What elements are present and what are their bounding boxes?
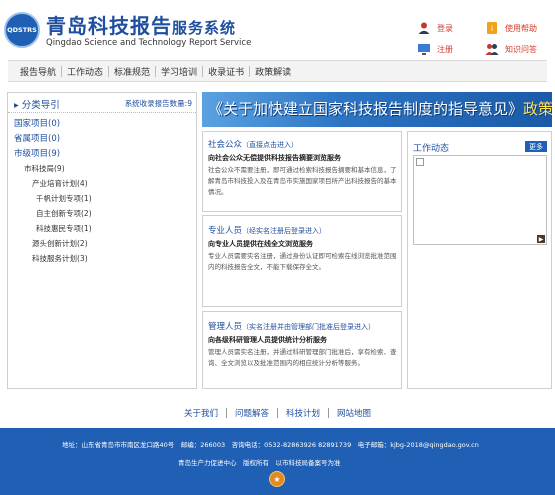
professional-title: 专业人员 [208,226,243,236]
nav-item-policy[interactable]: 政策解读 [251,65,295,78]
footer-link-sitemap[interactable]: 网站地图 [329,407,379,419]
site-title: 青岛科技报告服务系统 [46,10,236,39]
banner-text-highlight: 政策解读 [523,100,552,118]
report-count: 系统收录报告数量:9 [124,99,192,108]
footer-links: 关于我们 问题解答 科技计划 网站地图 [0,406,555,420]
nav-item-training[interactable]: 学习培训 [157,65,201,78]
register-button[interactable]: 注册 [417,39,453,59]
tree-item-national[interactable]: 国家项目(0) [14,117,60,129]
nav-divider [249,65,251,77]
broken-image-icon [416,158,424,166]
public-subtitle: 向社会公众无偿提供科技报告摘要浏览服务 [208,154,341,162]
help-label: 使用帮助 [505,23,537,33]
tree-item-service-plan[interactable]: 科技服务计划(3) [32,253,88,264]
page: QDSTRS 青岛科技报告服务系统 Qingdao Science and Te… [0,0,555,495]
professional-panel-title[interactable]: 专业人员（经实名注册后登录进入） [208,224,326,236]
next-arrow-icon[interactable]: ▶ [537,235,545,243]
sidebar-header: ▸ 分类导引 系统收录报告数量:9 [8,93,196,113]
nav-divider [155,65,157,77]
help-icon: i [485,21,499,35]
professional-subtitle: 向专业人员提供在线全文浏览服务 [208,240,313,248]
public-title: 社会公众 [208,140,243,150]
professional-panel: 专业人员（经实名注册后登录进入） 向专业人员提供在线全文浏览服务 专业人员需要实… [202,215,402,307]
users-icon [485,42,499,56]
login-label: 登录 [437,23,453,33]
svg-text:i: i [491,24,493,33]
manager-subtitle: 向各级科研管理人员提供统计分析服务 [208,336,327,344]
register-label: 注册 [437,44,453,54]
category-sidebar: ▸ 分类导引 系统收录报告数量:9 国家项目(0) 省属项目(0) 市级项目(9… [7,92,197,389]
manager-panel: 管理人员（实名注册并由管理部门批准后登录进入） 向各级科研管理人员提供统计分析服… [202,311,402,389]
sidebar-title: ▸ 分类导引 [14,100,60,111]
nav-item-report-nav[interactable]: 报告导航 [16,65,60,78]
monitor-icon [417,42,431,56]
tree-item-innovation[interactable]: 自主创新专项(2) [36,208,92,219]
work-news-panel: 工作动态 更多 ▶ [407,131,552,389]
banner-text: 《关于加快建立国家科技报告制度的指导意见》政策解读 [208,98,552,119]
tree-item-sci-bureau[interactable]: 市科技局(9) [24,163,65,174]
professional-body: 专业人员需要实名注册，通过身份认证即可检索在线浏览批准范围内的科技报告全文，不能… [208,252,397,271]
site-logo[interactable]: QDSTRS [4,12,40,48]
police-badge-icon[interactable]: ★ [269,471,285,487]
site-footer: 地址：山东省青岛市市南区龙口路40号 邮编：266003 咨询电话：0532-8… [0,428,555,495]
site-header: QDSTRS 青岛科技报告服务系统 Qingdao Science and Te… [0,0,555,56]
professional-title-note: （经实名注册后登录进入） [242,227,327,235]
manager-panel-title[interactable]: 管理人员（实名注册并由管理部门批准后登录进入） [208,320,375,332]
tree-item-qianfan[interactable]: 千帆计划专项(1) [36,193,92,204]
tree-item-welfare[interactable]: 科技惠民专项(1) [36,223,92,234]
policy-banner[interactable]: 《关于加快建立国家科技报告制度的指导意见》政策解读 [202,92,552,127]
public-title-note: （直接点击进入） [242,141,299,149]
more-button[interactable]: 更多 [525,141,547,152]
nav-divider [108,65,110,77]
footer-link-about[interactable]: 关于我们 [176,407,226,419]
nav-divider [202,65,204,77]
site-title-suffix: 服务系统 [172,19,237,37]
user-icon [417,21,431,35]
site-subtitle: Qingdao Science and Technology Report Se… [46,38,252,48]
work-news-title: 工作动态 [413,144,450,154]
banner-text-main: 《关于加快建立国家科技报告制度的指导意见》 [208,100,524,118]
main-nav: 报告导航 工作动态 标准规范 学习培训 收录证书 政策解读 [8,60,547,82]
news-image[interactable]: ▶ [413,155,547,245]
help-button[interactable]: i 使用帮助 [485,18,537,38]
nav-item-certificates[interactable]: 收录证书 [204,65,248,78]
tree-item-provincial[interactable]: 省属项目(0) [14,132,60,144]
qa-button[interactable]: 知识问答 [485,39,537,59]
footer-copyright: 青岛生产力促进中心 版权所有 以市科技局备案号为准 [178,459,341,467]
manager-title: 管理人员 [208,322,243,332]
tree-item-industry-plan[interactable]: 产业培育计划(4) [32,178,88,189]
nav-item-standards[interactable]: 标准规范 [110,65,154,78]
tree-item-source-innovation[interactable]: 源头创新计划(2) [32,238,88,249]
footer-link-sci-plan[interactable]: 科技计划 [278,407,328,419]
login-button[interactable]: 登录 [417,18,453,38]
nav-divider [61,65,63,77]
qa-label: 知识问答 [505,44,537,54]
footer-address: 地址：山东省青岛市市南区龙口路40号 邮编：266003 咨询电话：0532-8… [62,441,479,449]
nav-item-work-news[interactable]: 工作动态 [63,65,107,78]
tree-item-municipal[interactable]: 市级项目(9) [14,147,60,159]
public-panel: 社会公众（直接点击进入） 向社会公众无偿提供科技报告摘要浏览服务 社会公众不需要… [202,131,402,212]
public-body: 社会公众不需要注册，即可通过检索科技报告摘要和基本信息，了解青岛市科技投入及在青… [208,166,397,196]
site-title-main: 青岛科技报告 [46,14,172,38]
manager-title-note: （实名注册并由管理部门批准后登录进入） [242,323,376,331]
footer-link-faq[interactable]: 问题解答 [227,407,277,419]
public-panel-title[interactable]: 社会公众（直接点击进入） [208,138,298,150]
manager-body: 管理人员需实名注册，并通过科研管理部门批准后，享有检索、查询、全文浏览以及批准范… [208,348,397,367]
